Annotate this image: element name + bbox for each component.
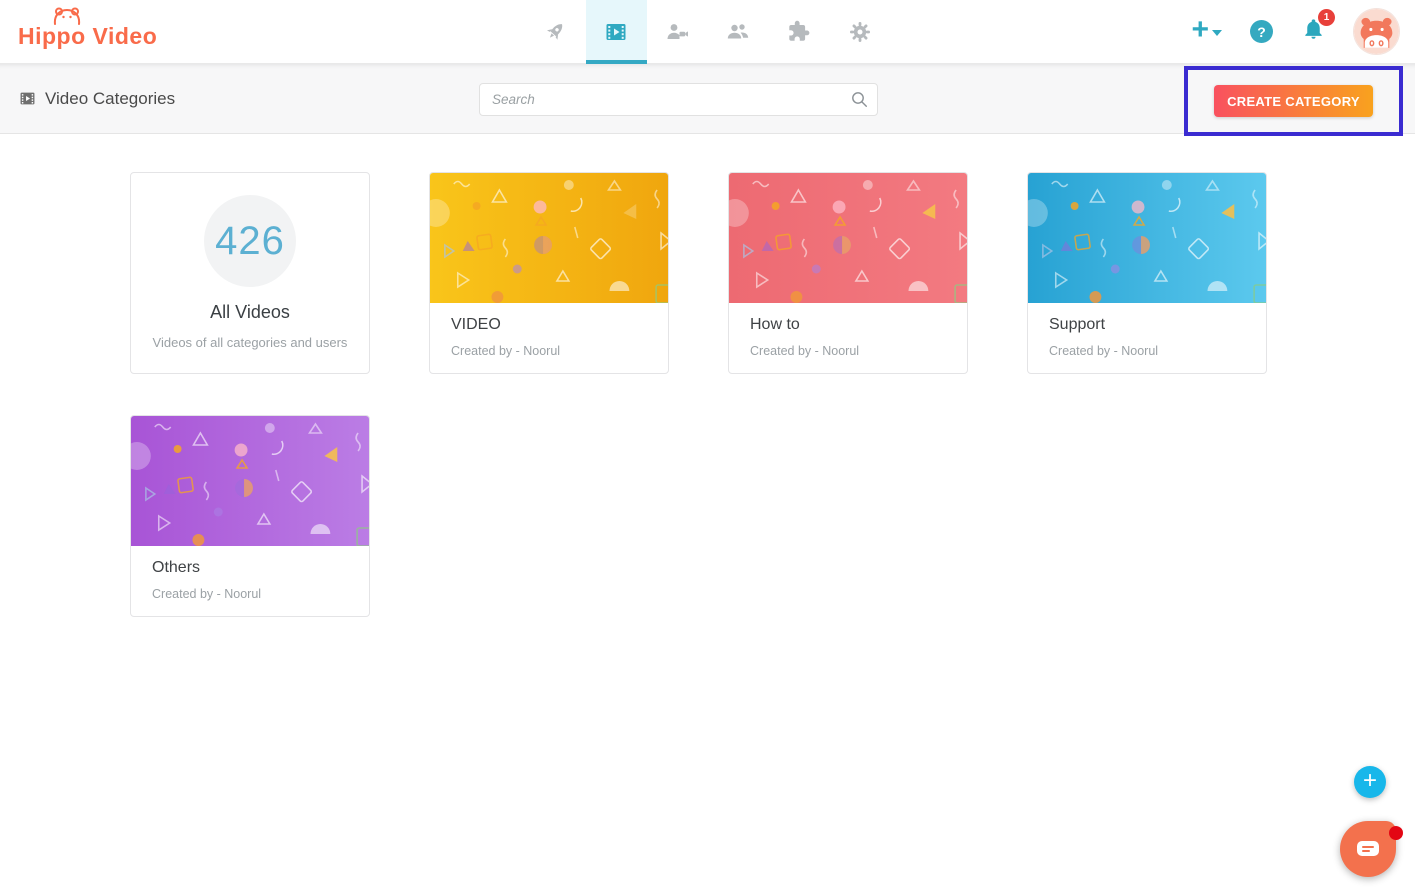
- page-toolbar: Video Categories CREATE CATEGORY: [0, 64, 1415, 134]
- category-title: Support: [1049, 316, 1245, 334]
- confetti-pattern: [1028, 173, 1266, 303]
- nav-tab-launch[interactable]: [525, 0, 586, 63]
- category-created-by: Created by - Noorul: [750, 344, 946, 358]
- card-all-videos[interactable]: 426 All Videos Videos of all categories …: [130, 172, 370, 374]
- confetti-pattern: [430, 173, 668, 303]
- category-title: Others: [152, 559, 348, 577]
- category-created-by: Created by - Noorul: [152, 587, 348, 601]
- video-category-icon: [18, 89, 37, 108]
- nav-tab-video-categories[interactable]: [586, 0, 647, 63]
- category-created-by: Created by - Noorul: [1049, 344, 1245, 358]
- top-navigation-bar: Hippo Video: [0, 0, 1415, 64]
- plus-icon: +: [1363, 769, 1377, 793]
- nav-tab-settings[interactable]: [830, 0, 891, 63]
- hippo-avatar-icon: [1354, 9, 1399, 54]
- nav-tab-teams[interactable]: [708, 0, 769, 63]
- rocket-icon: [542, 19, 568, 45]
- card-subtitle: Videos of all categories and users: [131, 335, 369, 350]
- profile-avatar[interactable]: [1354, 9, 1399, 54]
- category-banner: [1028, 173, 1266, 303]
- help-button[interactable]: ?: [1250, 20, 1273, 43]
- create-new-dropdown[interactable]: +: [1191, 19, 1222, 45]
- caret-down-icon: [1212, 30, 1222, 36]
- category-title: How to: [750, 316, 946, 334]
- notifications-button[interactable]: 1: [1301, 16, 1326, 47]
- category-banner: [131, 416, 369, 546]
- page-title: Video Categories: [45, 89, 175, 109]
- logo-text: Hippo Video: [18, 23, 157, 49]
- card-category-how-to[interactable]: How to Created by - Noorul: [728, 172, 968, 374]
- video-count: 426: [215, 219, 285, 264]
- chat-unread-dot: [1389, 826, 1403, 840]
- video-count-circle: 426: [204, 195, 296, 287]
- annotation-highlight-box: CREATE CATEGORY: [1184, 66, 1403, 136]
- top-actions: + ? 1: [1191, 0, 1399, 63]
- category-banner: [729, 173, 967, 303]
- chat-bubble-icon: [1355, 839, 1381, 859]
- plus-icon: +: [1191, 15, 1209, 45]
- puzzle-icon: [786, 19, 812, 45]
- teams-icon: [725, 19, 751, 45]
- card-title: All Videos: [131, 302, 369, 323]
- video-library-icon: [603, 19, 629, 45]
- confetti-pattern: [131, 416, 369, 546]
- search-input[interactable]: [479, 83, 878, 116]
- page-title-group: Video Categories: [18, 64, 175, 133]
- chat-widget-button[interactable]: [1340, 821, 1396, 877]
- nav-tab-my-videos[interactable]: [647, 0, 708, 63]
- nav-tab-integrations[interactable]: [769, 0, 830, 63]
- card-category-support[interactable]: Support Created by - Noorul: [1027, 172, 1267, 374]
- app-logo[interactable]: Hippo Video: [18, 0, 157, 63]
- hippo-doodle-icon: [50, 7, 84, 25]
- category-created-by: Created by - Noorul: [451, 344, 647, 358]
- create-category-button[interactable]: CREATE CATEGORY: [1214, 85, 1373, 117]
- category-title: VIDEO: [451, 316, 647, 334]
- confetti-pattern: [729, 173, 967, 303]
- content-area: 426 All Videos Videos of all categories …: [0, 172, 1415, 617]
- card-category-others[interactable]: Others Created by - Noorul: [130, 415, 370, 617]
- card-category-video[interactable]: VIDEO Created by - Noorul: [429, 172, 669, 374]
- main-nav-tabs: [525, 0, 891, 63]
- category-banner: [430, 173, 668, 303]
- search-container: [479, 83, 878, 116]
- question-icon: ?: [1257, 24, 1266, 40]
- gear-icon: [847, 19, 873, 45]
- add-fab-button[interactable]: +: [1354, 766, 1386, 798]
- user-video-icon: [664, 19, 690, 45]
- notification-badge: 1: [1318, 9, 1335, 26]
